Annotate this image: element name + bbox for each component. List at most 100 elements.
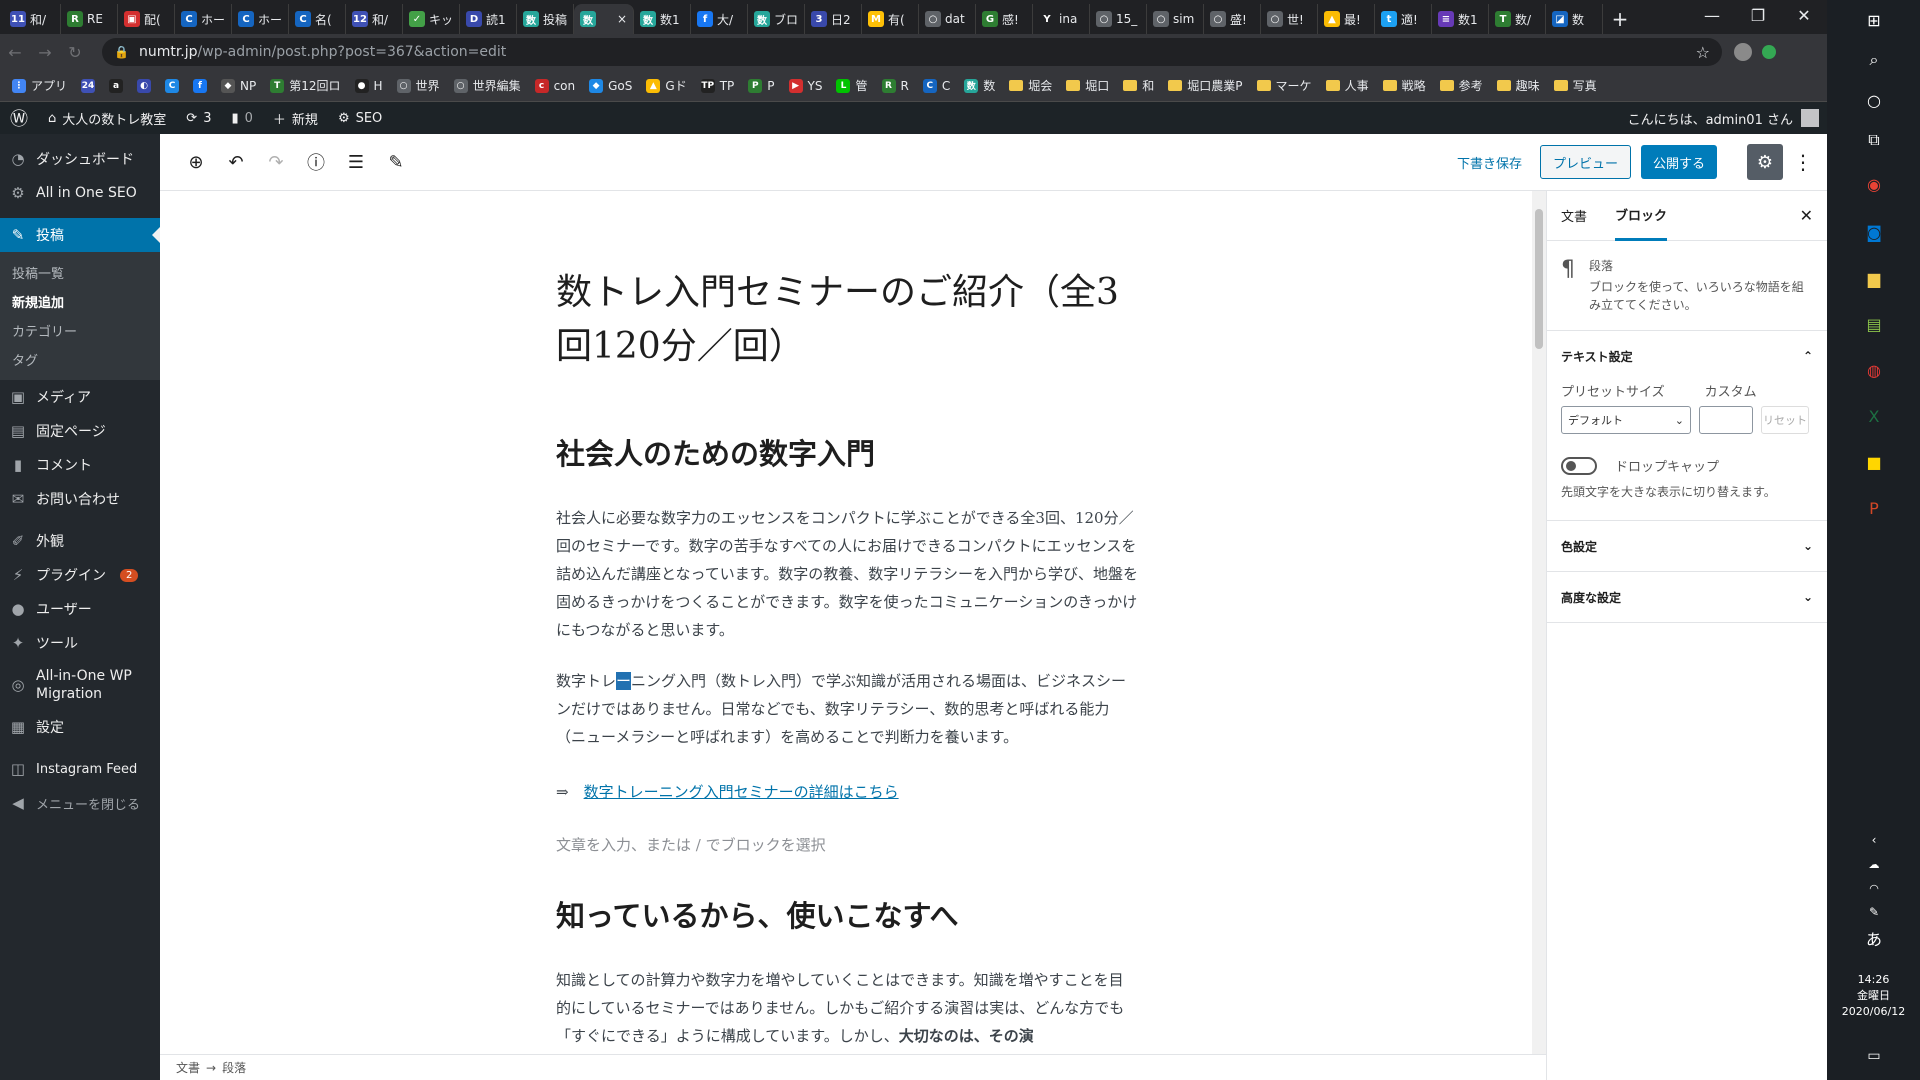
undo-icon[interactable]: ↶ — [216, 142, 256, 182]
bookmark-item[interactable]: 戦略 — [1382, 77, 1426, 94]
save-draft-button[interactable]: 下書き保存 — [1449, 153, 1530, 172]
menu-migration[interactable]: ◎ All-in-One WP Migration — [0, 660, 160, 710]
outlook-icon[interactable]: ◙ — [1862, 220, 1886, 244]
browser-tab[interactable]: C 名( — [289, 4, 346, 34]
bookmark-item[interactable]: ▶ YS — [788, 78, 822, 93]
tray-icons[interactable]: ☁ — [1862, 852, 1886, 876]
browser-tab[interactable]: C ホー — [232, 4, 289, 34]
submenu-all-posts[interactable]: 投稿一覧 — [0, 258, 160, 287]
bookmark-item[interactable]: ◐ — [137, 78, 152, 93]
link-paragraph-block[interactable]: ⇒ 数字トレーニング入門セミナーの詳細はこちら — [556, 778, 1138, 806]
breadcrumb-block[interactable]: 段落 — [222, 1059, 246, 1076]
redo-icon[interactable]: ↷ — [256, 142, 296, 182]
user-avatar[interactable] — [1801, 109, 1819, 127]
browser-tab[interactable]: f 大/ — [691, 4, 748, 34]
reset-button[interactable]: リセット — [1761, 406, 1809, 434]
bookmark-item[interactable]: 堀会 — [1009, 77, 1052, 94]
bookmark-item[interactable]: ▲ Gド — [646, 77, 687, 94]
site-name-link[interactable]: ⌂ 大人の数トレ教室 — [38, 102, 176, 134]
browser-tab[interactable]: ○ sim — [1147, 4, 1204, 34]
heading-block[interactable]: 知っているから、使いこなすへ — [556, 893, 1138, 935]
browser-tab[interactable]: ≡ 数1 — [1432, 4, 1489, 34]
browser-tab[interactable]: G 感! — [976, 4, 1033, 34]
menu-tools[interactable]: ✦ ツール — [0, 626, 160, 660]
bookmark-item[interactable]: L管 — [836, 77, 868, 94]
seo-link[interactable]: ⚙ SEO — [328, 102, 392, 134]
clock-time[interactable]: 14:26 — [1827, 972, 1920, 988]
url-input[interactable]: 🔒 numtr.jp/wp-admin/post.php?post=367&ac… — [102, 38, 1722, 66]
menu-users[interactable]: ● ユーザー — [0, 592, 160, 626]
browser-tab[interactable]: M 有( — [862, 4, 919, 34]
bookmark-item[interactable]: ⋮ アプリ — [12, 77, 67, 94]
browser-tab[interactable]: 11 和/ — [4, 4, 61, 34]
close-window-icon[interactable]: ✕ — [1781, 0, 1827, 30]
file-explorer-icon[interactable]: ▆ — [1862, 266, 1886, 290]
close-sidebar-icon[interactable]: ✕ — [1800, 206, 1813, 225]
editor-scrollbar[interactable] — [1532, 191, 1546, 1054]
chrome-icon[interactable]: ◉ — [1862, 172, 1886, 196]
search-icon[interactable]: ⌕ — [1862, 48, 1886, 72]
bookmark-item[interactable]: TP TP — [700, 78, 734, 93]
menu-posts[interactable]: ✎ 投稿 — [0, 218, 160, 252]
scrollbar-thumb[interactable] — [1535, 209, 1543, 349]
browser-tab[interactable]: ○ 15_ — [1090, 4, 1147, 34]
new-content-link[interactable]: ＋ 新規 — [263, 102, 328, 134]
menu-instagram[interactable]: ◫ Instagram Feed — [0, 752, 160, 786]
seminar-details-link[interactable]: 数字トレーニング入門セミナーの詳細はこちら — [584, 783, 899, 801]
bookmark-item[interactable]: 人事 — [1325, 77, 1369, 94]
comments-link[interactable]: ▮ 0 — [221, 102, 262, 134]
cortana-icon[interactable]: ○ — [1862, 88, 1886, 112]
bookmark-item[interactable]: 参考 — [1439, 77, 1483, 94]
edit-mode-icon[interactable]: ✎ — [376, 142, 416, 182]
preview-button[interactable]: プレビュー — [1539, 145, 1631, 179]
wordpress-logo-icon[interactable]: Ⓦ — [0, 102, 38, 134]
minimize-icon[interactable]: — — [1689, 0, 1735, 30]
more-menu-icon[interactable]: ⋮ — [1793, 150, 1813, 174]
submenu-tags[interactable]: タグ — [0, 345, 160, 374]
profile-avatar-icon[interactable] — [1734, 43, 1752, 61]
powerpoint-icon[interactable]: P — [1862, 496, 1886, 520]
app-badge-icon[interactable]: ◍ — [1862, 358, 1886, 382]
back-icon[interactable]: ← — [0, 43, 30, 62]
bookmark-item[interactable]: PP — [748, 78, 775, 93]
breadcrumb-document[interactable]: 文書 — [176, 1059, 200, 1076]
bookmark-item[interactable]: 趣味 — [1496, 77, 1540, 94]
bookmark-item[interactable]: c con — [534, 78, 575, 93]
bookmark-item[interactable]: ○ 世界 — [396, 77, 440, 94]
browser-tab[interactable]: C ホー — [175, 4, 232, 34]
publish-button[interactable]: 公開する — [1640, 145, 1717, 179]
bookmark-item[interactable]: 数数 — [964, 77, 995, 94]
bookmark-item[interactable]: 写真 — [1553, 77, 1597, 94]
task-view-icon[interactable]: ⧉ — [1862, 128, 1886, 152]
bookmark-item[interactable]: 堀口 — [1066, 77, 1109, 94]
browser-tab[interactable]: T 数/ — [1489, 4, 1546, 34]
color-settings-toggle[interactable]: 色設定 ⌄ — [1547, 521, 1827, 571]
text-settings-toggle[interactable]: テキスト設定 ⌃ — [1547, 331, 1827, 381]
ime-indicator[interactable]: あ — [1862, 926, 1886, 950]
extension-update-icon[interactable] — [1762, 45, 1776, 59]
paragraph-block-active[interactable]: 数字トレーニング入門（数トレ入門）で学ぶ知識が活用される場面は、ビジネスシーンだ… — [556, 667, 1138, 751]
tab-block[interactable]: ブロック — [1615, 191, 1668, 241]
wifi-icon[interactable]: ◠ — [1862, 876, 1886, 900]
browser-tab[interactable]: ○ dat — [919, 4, 976, 34]
bookmark-item[interactable]: C — [165, 78, 180, 93]
browser-tab[interactable]: ▲ 最! — [1318, 4, 1375, 34]
tab-document[interactable]: 文書 — [1561, 206, 1587, 225]
browser-tab[interactable]: Yina — [1033, 4, 1090, 34]
menu-settings[interactable]: ▦ 設定 — [0, 710, 160, 744]
menu-plugins[interactable]: ⚡ プラグイン 2 — [0, 558, 160, 592]
info-icon[interactable]: ⓘ — [296, 142, 336, 182]
bookmark-item[interactable]: RR — [881, 78, 909, 93]
browser-tab[interactable]: ✓ キッ — [403, 4, 460, 34]
heading-block[interactable]: 社会人のための数字入門 — [556, 431, 1138, 473]
bookmark-item[interactable]: 24 — [81, 78, 96, 93]
empty-block-placeholder[interactable]: 文章を入力、または / でブロックを選択 — [556, 834, 1138, 855]
user-greeting[interactable]: こんにちは、admin01 さん — [1628, 109, 1793, 128]
bookmark-item[interactable]: f — [193, 78, 208, 93]
menu-aioseo[interactable]: ⚙ All in One SEO — [0, 176, 160, 210]
settings-gear-icon[interactable]: ⚙ — [1747, 144, 1783, 180]
paragraph-block[interactable]: 社会人に必要な数字力のエッセンスをコンパクトに学ぶことができる全3回、120分／… — [556, 504, 1138, 644]
bookmark-item[interactable]: CC — [922, 78, 950, 93]
dropcap-toggle[interactable] — [1561, 456, 1597, 475]
browser-tab[interactable]: R RE — [61, 4, 118, 34]
